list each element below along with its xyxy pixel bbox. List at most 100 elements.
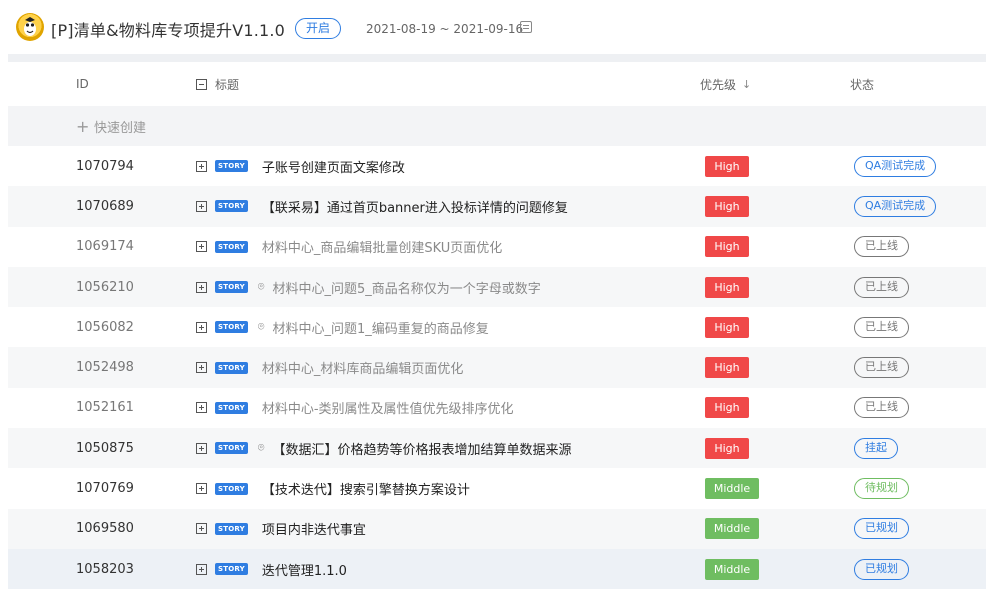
attachment-icon: ⌾ <box>257 320 265 334</box>
story-id[interactable]: 1056210 <box>76 280 134 295</box>
status-badge[interactable]: 已规划 <box>854 558 909 580</box>
priority-cell: Middle <box>705 518 759 540</box>
table-row[interactable]: 1056210 STORY ⌾ 材料中心_问题5_商品名称仅为一个字母或数字 High 已… <box>8 266 986 308</box>
expand-icon[interactable] <box>196 362 207 374</box>
expand-icon[interactable] <box>196 281 207 293</box>
story-title-link[interactable]: 【数据汇】价格趋势等价格报表增加结算单数据来源 <box>272 439 571 458</box>
priority-badge[interactable]: High <box>705 276 749 298</box>
column-header-priority-label: 优先级 <box>700 77 737 92</box>
expand-icon[interactable] <box>196 483 207 495</box>
expand-icon[interactable] <box>196 523 207 535</box>
story-title-link[interactable]: 材料中心-类别属性及属性值优先级排序优化 <box>262 398 514 417</box>
status-badge[interactable]: QA测试完成 <box>854 195 937 217</box>
column-header-priority[interactable]: 优先级 ↓ <box>700 76 751 93</box>
expand-icon[interactable] <box>196 442 207 454</box>
table-row[interactable]: 1069174 STORY 材料中心_商品编辑批量创建SKU页面优化 High 已上线 <box>8 227 986 267</box>
column-header-id[interactable]: ID <box>76 77 89 91</box>
status-badge[interactable]: 已上线 <box>854 397 909 419</box>
story-title-link[interactable]: 迭代管理1.1.0 <box>262 560 347 579</box>
priority-badge[interactable]: High <box>705 397 749 419</box>
status-badge[interactable]: 已规划 <box>854 518 909 540</box>
status-badge[interactable]: QA测试完成 <box>854 155 937 177</box>
expand-icon[interactable] <box>196 160 207 172</box>
story-type-badge: STORY <box>215 200 248 213</box>
story-id[interactable]: 1052161 <box>76 400 134 415</box>
story-title-link[interactable]: 子账号创建页面文案修改 <box>262 157 405 176</box>
story-title-link[interactable]: 【技术迭代】搜索引擎替换方案设计 <box>262 479 470 498</box>
expand-icon[interactable] <box>196 563 207 575</box>
status-badge[interactable]: 挂起 <box>854 437 898 459</box>
quick-create-label: 快速创建 <box>94 120 147 136</box>
status-cell: 已上线 <box>854 316 909 338</box>
table-header: ID 标题 优先级 ↓ 状态 <box>8 62 986 106</box>
column-header-title-label: 标题 <box>215 77 240 92</box>
story-id[interactable]: 1070689 <box>76 199 134 214</box>
priority-badge[interactable]: High <box>705 437 749 459</box>
story-id[interactable]: 1069580 <box>76 521 134 536</box>
table-row[interactable]: 1070689 STORY 【联采易】通过首页banner进入投标详情的问题修复 Hi… <box>8 186 986 227</box>
priority-cell: High <box>705 316 749 338</box>
sort-descending-icon[interactable]: ↓ <box>742 78 751 91</box>
expand-icon[interactable] <box>196 241 207 253</box>
collapse-all-icon[interactable] <box>196 78 207 90</box>
table-row[interactable]: 1069580 STORY 项目内非迭代事宜 Middle 已规划 <box>8 508 986 549</box>
priority-cell: Middle <box>705 558 759 580</box>
story-title-cell: STORY 子账号创建页面文案修改 <box>196 157 405 176</box>
priority-badge[interactable]: High <box>705 195 749 217</box>
status-badge[interactable]: 已上线 <box>854 357 909 379</box>
calendar-icon[interactable] <box>520 21 532 33</box>
story-id[interactable]: 1052498 <box>76 360 134 375</box>
attachment-icon: ⌾ <box>257 280 265 294</box>
priority-badge[interactable]: High <box>705 316 749 338</box>
table-row[interactable]: 1058203 STORY 迭代管理1.1.0 Middle 已规划 <box>8 548 986 590</box>
expand-icon[interactable] <box>196 200 207 212</box>
priority-badge[interactable]: Middle <box>705 478 759 500</box>
story-title-link[interactable]: 材料中心_材料库商品编辑页面优化 <box>262 358 464 377</box>
table-row[interactable]: 1056082 STORY ⌾ 材料中心_问题1_编码重复的商品修复 High 已上线 <box>8 307 986 347</box>
story-title-cell: STORY ⌾ 【数据汇】价格趋势等价格报表增加结算单数据来源 <box>196 439 571 458</box>
table-row[interactable]: 1070769 STORY 【技术迭代】搜索引擎替换方案设计 Middle 待规划 <box>8 468 986 508</box>
status-badge[interactable]: 已上线 <box>854 276 909 298</box>
priority-badge[interactable]: Middle <box>705 558 759 580</box>
status-badge[interactable]: 已上线 <box>854 236 909 258</box>
status-badge[interactable]: 已上线 <box>854 316 909 338</box>
story-type-badge: STORY <box>215 563 248 576</box>
iteration-state-badge[interactable]: 开启 <box>295 18 341 39</box>
priority-cell: High <box>705 437 749 459</box>
story-id[interactable]: 1058203 <box>76 562 134 577</box>
table-row[interactable]: 1052161 STORY 材料中心-类别属性及属性值优先级排序优化 High 已上线 <box>8 388 986 428</box>
column-header-status[interactable]: 状态 <box>850 76 874 93</box>
story-title-link[interactable]: 【联采易】通过首页banner进入投标详情的问题修复 <box>262 197 568 216</box>
story-id[interactable]: 1070769 <box>76 481 134 496</box>
priority-cell: High <box>705 357 749 379</box>
priority-badge[interactable]: Middle <box>705 518 759 540</box>
story-type-badge: STORY <box>215 321 248 334</box>
story-type-badge: STORY <box>215 522 248 535</box>
story-id[interactable]: 1056082 <box>76 320 134 335</box>
story-id[interactable]: 1069174 <box>76 239 134 254</box>
story-id[interactable]: 1070794 <box>76 159 134 174</box>
expand-icon[interactable] <box>196 321 207 333</box>
story-title-link[interactable]: 材料中心_问题1_编码重复的商品修复 <box>272 318 488 337</box>
priority-badge[interactable]: High <box>705 155 749 177</box>
expand-icon[interactable] <box>196 402 207 414</box>
table-row[interactable]: 1052498 STORY 材料中心_材料库商品编辑页面优化 High 已上线 <box>8 347 986 388</box>
plus-icon: + <box>76 116 90 136</box>
table-row[interactable]: 1070794 STORY 子账号创建页面文案修改 High QA测试完成 <box>8 146 986 186</box>
column-header-title[interactable]: 标题 <box>196 76 239 93</box>
story-title-cell: STORY 【联采易】通过首页banner进入投标详情的问题修复 <box>196 197 568 216</box>
story-title-link[interactable]: 项目内非迭代事宜 <box>262 519 366 538</box>
story-table: ID 标题 优先级 ↓ 状态 + 快速创建 1070794 STORY 子账号创建页… <box>8 62 986 590</box>
story-id[interactable]: 1050875 <box>76 441 134 456</box>
table-row[interactable]: 1050875 STORY ⌾ 【数据汇】价格趋势等价格报表增加结算单数据来源 High… <box>8 428 986 469</box>
priority-badge[interactable]: High <box>705 357 749 379</box>
story-title-link[interactable]: 材料中心_问题5_商品名称仅为一个字母或数字 <box>272 278 540 297</box>
priority-badge[interactable]: High <box>705 236 749 258</box>
story-title-cell: STORY ⌾ 材料中心_问题1_编码重复的商品修复 <box>196 318 489 337</box>
quick-create-row[interactable]: + 快速创建 <box>8 106 986 146</box>
story-type-badge: STORY <box>215 361 248 374</box>
iteration-title[interactable]: [P]清单&物料库专项提升V1.1.0 <box>51 17 285 41</box>
status-cell: 已上线 <box>854 397 909 419</box>
story-title-link[interactable]: 材料中心_商品编辑批量创建SKU页面优化 <box>262 237 502 256</box>
status-badge[interactable]: 待规划 <box>854 478 909 500</box>
